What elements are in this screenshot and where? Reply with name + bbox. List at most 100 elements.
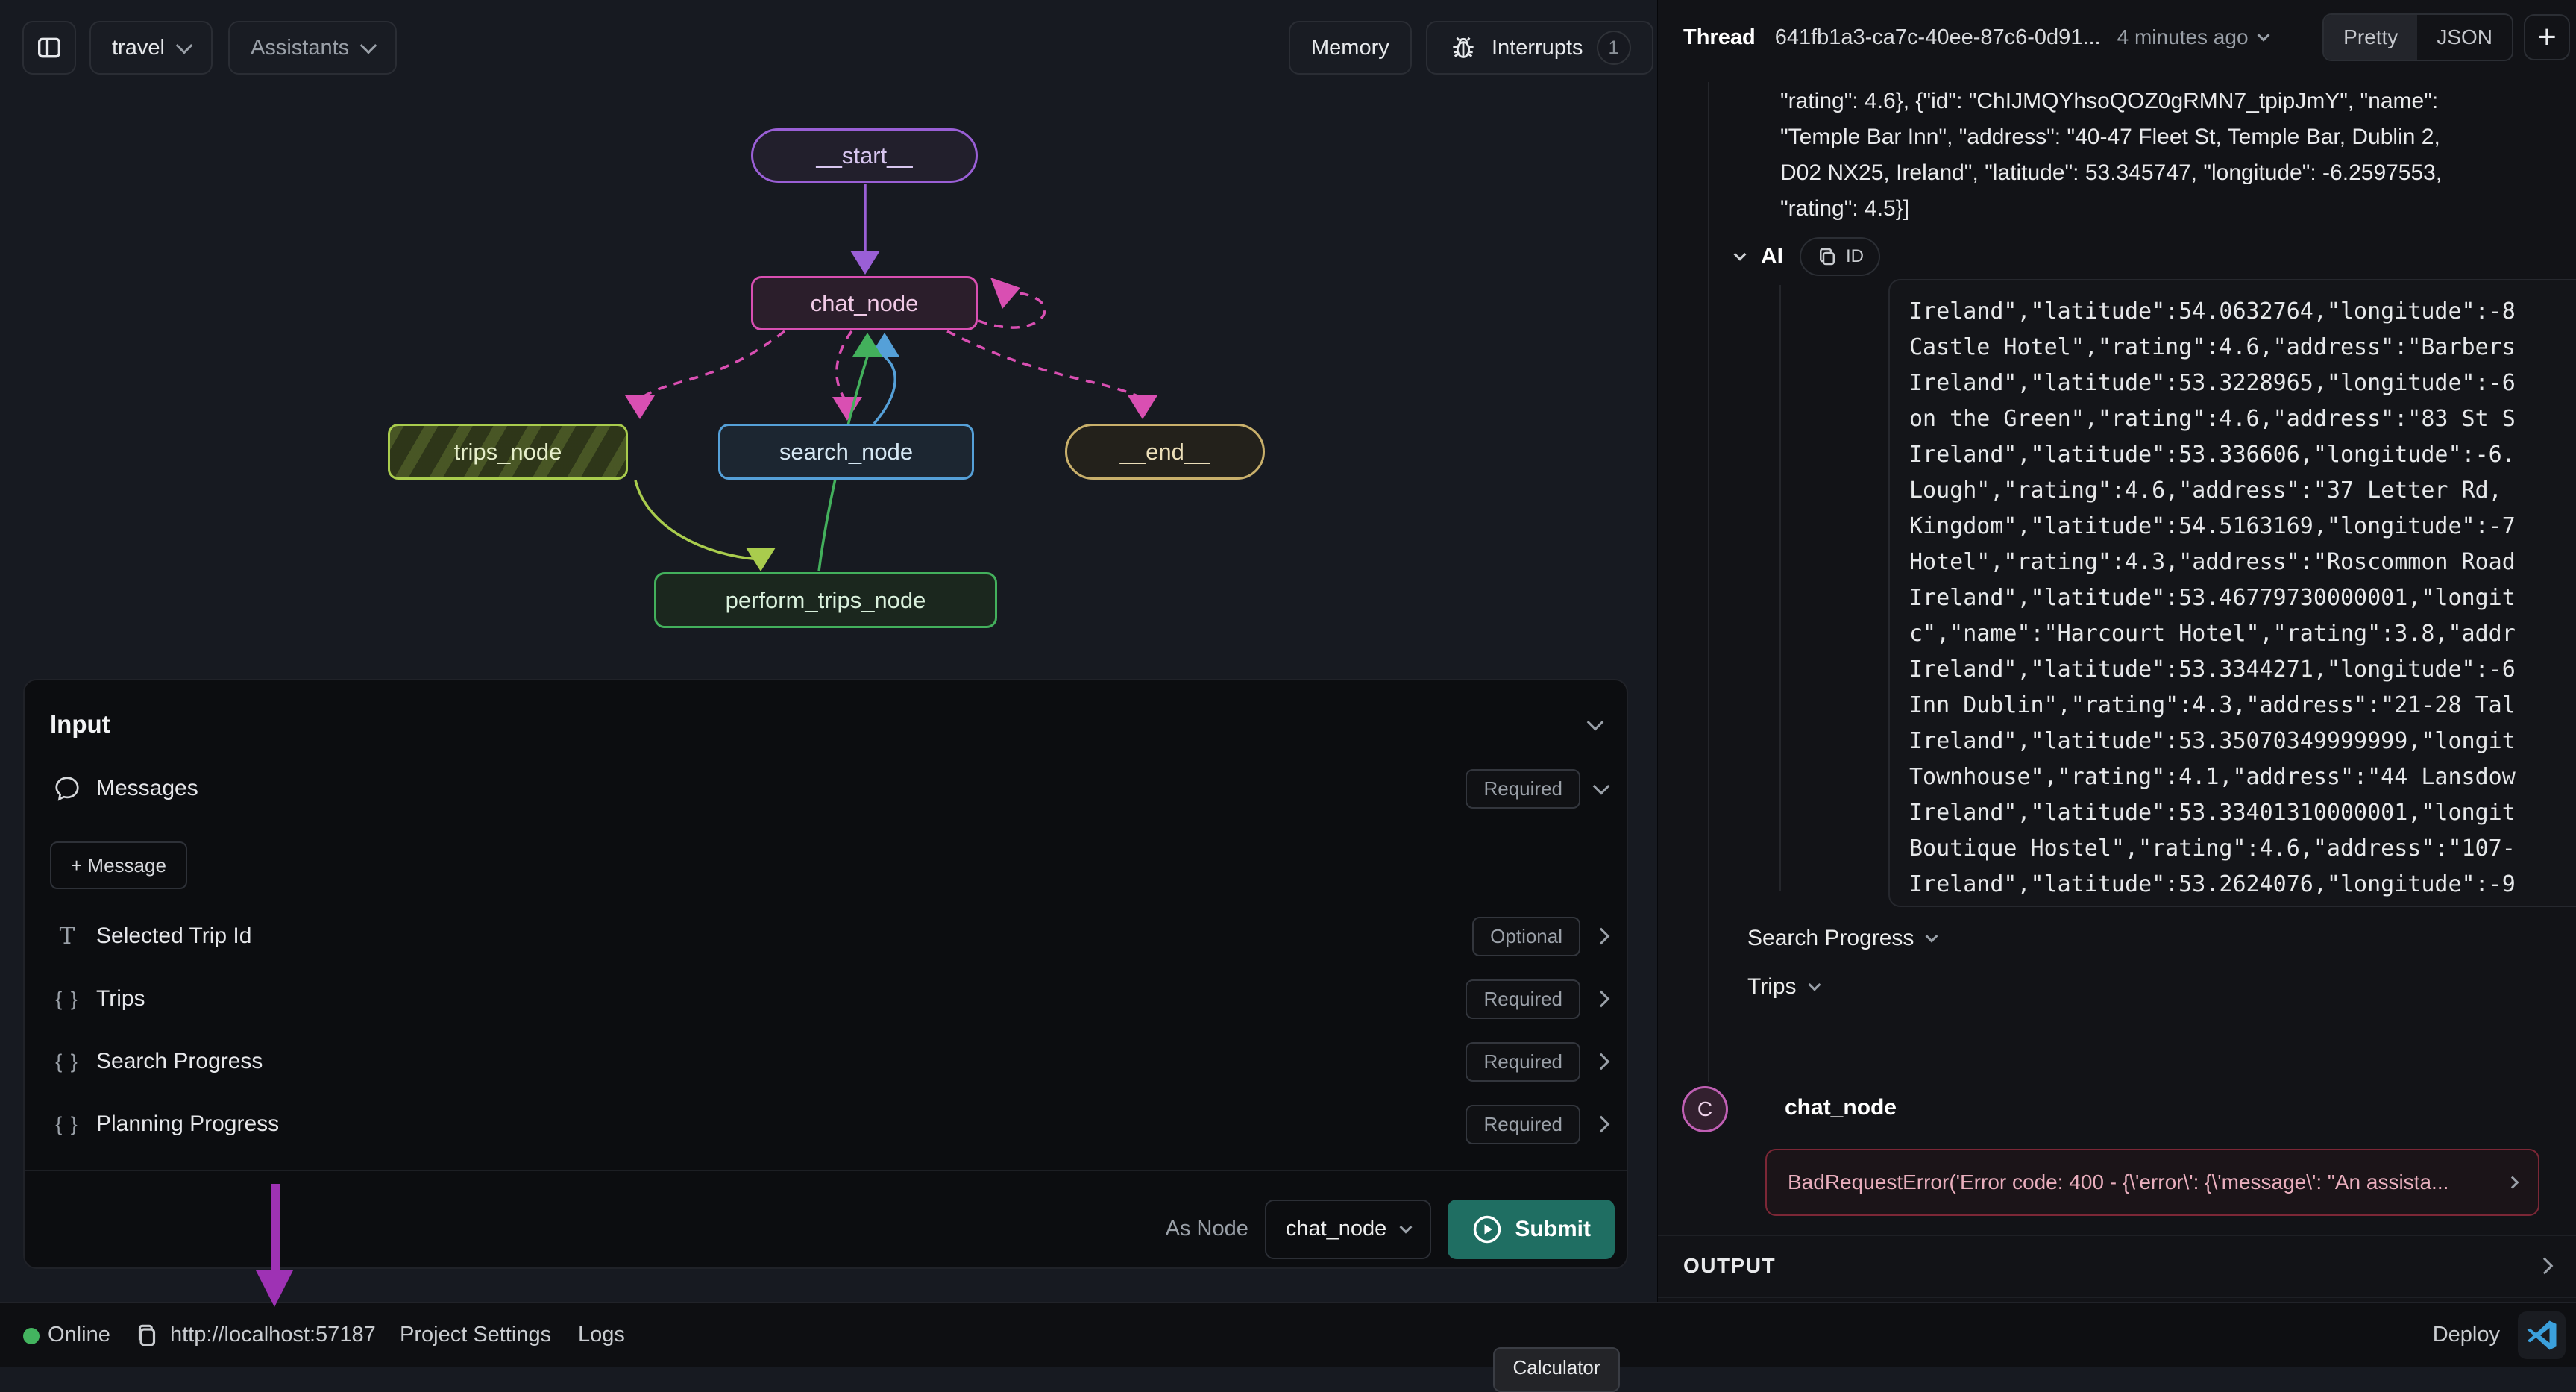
code-line: Townhouse","rating":4.1,"address":"44 La…: [1909, 759, 2576, 795]
code-line: Ireland","latitude":53.35070349999999,"l…: [1909, 724, 2576, 759]
deploy-link[interactable]: Deploy: [2433, 1303, 2500, 1367]
required-badge: Required: [1466, 1105, 1580, 1144]
code-line: Ireland","latitude":53.3344271,"longitud…: [1909, 652, 2576, 688]
error-message-text: BadRequestError('Error code: 400 - {\'er…: [1788, 1170, 2493, 1194]
online-status-dot: [23, 1328, 40, 1344]
code-line: Ireland","latitude":54.0632764,"longitud…: [1909, 294, 2576, 330]
required-badge: Required: [1466, 1042, 1580, 1082]
calculator-tooltip: Calculator: [1493, 1347, 1620, 1392]
logs-link[interactable]: Logs: [578, 1303, 625, 1367]
chevron-down-icon: [1400, 1220, 1413, 1233]
chevron-down-icon: [2257, 29, 2269, 42]
graph-node-search[interactable]: search_node: [718, 424, 974, 480]
braces-icon: { }: [50, 988, 84, 1011]
thread-id: 641fb1a3-ca7c-40ee-87c6-0d91...: [1775, 25, 2101, 50]
submit-label: Submit: [1515, 1217, 1591, 1242]
code-line: Ireland","latitude":53.46779730000001,"l…: [1909, 580, 2576, 616]
field-label: Planning Progress: [96, 1112, 1466, 1137]
node-label: search_node: [779, 439, 913, 465]
chevron-right-icon: [1593, 991, 1610, 1008]
ai-message-code-block: Ireland","latitude":54.0632764,"longitud…: [1888, 279, 2576, 907]
divider: [1658, 1297, 2576, 1298]
code-line: Ireland","latitude":53.2624076,"longitud…: [1909, 867, 2576, 903]
as-node-label: As Node: [1166, 1217, 1248, 1241]
view-json-tab[interactable]: JSON: [2417, 15, 2512, 60]
section-label: Search Progress: [1747, 926, 1914, 951]
view-mode-toggle: Pretty JSON: [2322, 13, 2513, 61]
copy-icon: [1816, 245, 1838, 268]
tool-result-line: D02 NX25, Ireland", "latitude": 53.34574…: [1780, 155, 2576, 191]
server-url[interactable]: http://localhost:57187: [170, 1303, 376, 1367]
code-line: Inn Dublin","rating":4.3,"address":"21-2…: [1909, 688, 2576, 724]
section-trips[interactable]: Trips: [1747, 968, 1819, 1006]
thread-header: Thread 641fb1a3-ca7c-40ee-87c6-0d91... 4…: [1658, 0, 2576, 75]
graph-node-trips[interactable]: trips_node: [388, 424, 628, 480]
chevron-down-icon: [1593, 778, 1610, 795]
output-section-header[interactable]: OUTPUT: [1683, 1247, 2551, 1285]
graph-node-start[interactable]: __start__: [751, 128, 978, 183]
code-line: Lough","rating":4.6,"address":"37 Letter…: [1909, 473, 2576, 509]
input-panel-header[interactable]: Input: [50, 698, 1601, 750]
field-row-planning-progress[interactable]: { } Planning Progress Required: [25, 1097, 1627, 1152]
required-badge: Required: [1466, 769, 1580, 809]
copy-id-button[interactable]: ID: [1800, 237, 1880, 276]
ai-message-header[interactable]: AI ID: [1735, 237, 1880, 276]
thread-panel: Thread 641fb1a3-ca7c-40ee-87c6-0d91... 4…: [1657, 0, 2576, 1302]
as-node-value: chat_node: [1286, 1217, 1386, 1241]
graph-panel: travel Assistants Memory Interrupts 1: [0, 0, 1657, 1302]
tool-result-line: "rating": 4.5}]: [1780, 191, 2576, 227]
braces-icon: { }: [50, 1050, 84, 1073]
code-line: c","name":"Harcourt Hotel","rating":3.8,…: [1909, 616, 2576, 652]
message-bubble-icon: [50, 774, 84, 803]
as-node-select[interactable]: chat_node: [1265, 1200, 1431, 1259]
field-label: Selected Trip Id: [96, 924, 1472, 949]
graph-node-end[interactable]: __end__: [1065, 424, 1265, 480]
node-label: chat_node: [811, 290, 919, 317]
node-label: __start__: [816, 142, 912, 169]
id-button-label: ID: [1846, 246, 1864, 267]
chevron-right-icon: [1593, 1116, 1610, 1133]
field-label: Search Progress: [96, 1049, 1466, 1074]
field-row-trips[interactable]: { } Trips Required: [25, 971, 1627, 1026]
error-message-box[interactable]: BadRequestError('Error code: 400 - {\'er…: [1765, 1149, 2539, 1216]
thread-title: Thread: [1683, 25, 1756, 50]
node-label: trips_node: [454, 439, 562, 465]
graph-node-chat[interactable]: chat_node: [751, 276, 978, 330]
code-line: on the Green","rating":4.6,"address":"83…: [1909, 401, 2576, 437]
code-line: Ireland","latitude":53.336606,"longitude…: [1909, 437, 2576, 473]
new-thread-button[interactable]: +: [2524, 14, 2570, 60]
code-line: Kingdom","latitude":54.5163169,"longitud…: [1909, 509, 2576, 545]
copy-url-button[interactable]: [133, 1303, 161, 1367]
input-panel: Input Messages Required + Message T Sele…: [23, 679, 1628, 1269]
section-search-progress[interactable]: Search Progress: [1747, 919, 1936, 958]
optional-badge: Optional: [1472, 917, 1580, 956]
chevron-right-icon: [1593, 928, 1610, 945]
chevron-right-icon: [2507, 1176, 2519, 1189]
chevron-down-icon: [1587, 714, 1604, 731]
chat-node-message-title: chat_node: [1785, 1095, 1897, 1120]
input-footer: As Node chat_node Submit: [25, 1191, 1627, 1267]
tool-result-line: "rating": 4.6}, {"id": "ChIJMQYhsoQOZ0gR…: [1780, 84, 2576, 119]
vscode-icon: [2524, 1317, 2560, 1353]
field-row-selected-trip-id[interactable]: T Selected Trip Id Optional: [25, 909, 1627, 964]
submit-button[interactable]: Submit: [1448, 1200, 1615, 1259]
chevron-right-icon: [2536, 1258, 2554, 1275]
copy-icon: [133, 1321, 161, 1349]
code-line: Hotel","rating":4.3,"address":"Roscommon…: [1909, 545, 2576, 580]
view-pretty-tab[interactable]: Pretty: [2324, 15, 2417, 60]
code-line: Castle Hotel","rating":4.6,"address":"Ba…: [1909, 330, 2576, 366]
online-status-label: Online: [48, 1303, 110, 1367]
project-settings-link[interactable]: Project Settings: [400, 1303, 551, 1367]
field-row-search-progress[interactable]: { } Search Progress Required: [25, 1034, 1627, 1089]
field-row-messages[interactable]: Messages Required: [25, 761, 1627, 816]
chevron-down-icon: [1926, 930, 1938, 943]
status-bar: Online http://localhost:57187 Project Se…: [0, 1302, 2576, 1367]
field-label: Messages: [96, 776, 1466, 801]
code-line: Boutique Hostel","rating":4.6,"address":…: [1909, 831, 2576, 867]
chevron-down-icon: [1808, 979, 1821, 991]
tool-result-line: "Temple Bar Inn", "address": "40-47 Flee…: [1780, 119, 2576, 155]
vscode-button[interactable]: [2518, 1311, 2566, 1359]
graph-node-perform-trips[interactable]: perform_trips_node: [654, 572, 997, 628]
thread-timestamp-dropdown[interactable]: 4 minutes ago: [2117, 25, 2268, 49]
add-message-button[interactable]: + Message: [50, 841, 187, 889]
